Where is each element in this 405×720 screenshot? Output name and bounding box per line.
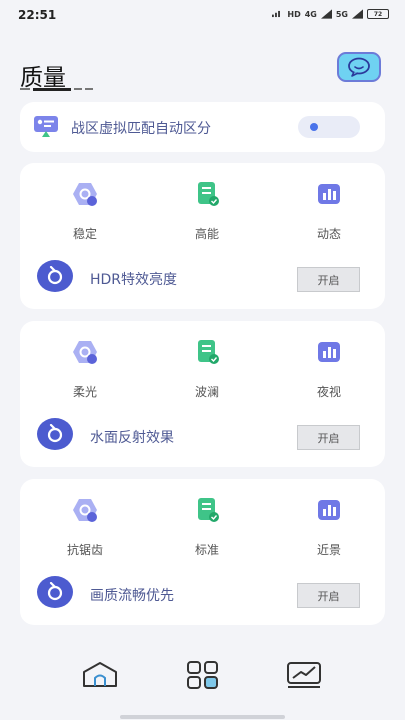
network-4g: 4G bbox=[304, 9, 317, 19]
enable-button[interactable]: 开启 bbox=[297, 425, 360, 450]
cell-signal-icon bbox=[320, 9, 332, 19]
mode-option-3[interactable]: 近景 bbox=[294, 497, 364, 558]
document-check-icon bbox=[198, 182, 219, 206]
mode-option-1[interactable]: 稳定 bbox=[50, 181, 120, 242]
mode-option-2[interactable]: 高能 bbox=[172, 181, 242, 242]
mode-option-1[interactable]: 抗锯齿 bbox=[50, 497, 120, 558]
bar-chart-icon bbox=[318, 500, 340, 520]
grid-icon bbox=[187, 661, 218, 689]
mode-label: 波澜 bbox=[194, 385, 219, 399]
nav-trend[interactable] bbox=[284, 658, 324, 692]
status-time: 22:51 bbox=[18, 8, 57, 22]
hexagon-icon bbox=[73, 183, 97, 206]
pin-icon bbox=[47, 424, 63, 443]
nav-grid[interactable] bbox=[183, 658, 223, 692]
battery-icon: 72 bbox=[367, 9, 389, 19]
mode-card-3: 抗锯齿 标准 近景 画质流畅优先 开启 bbox=[20, 479, 385, 625]
signal-icon bbox=[272, 10, 281, 18]
hexagon-icon bbox=[73, 341, 97, 364]
cell-signal-icon-2 bbox=[352, 9, 363, 19]
hexagon-icon bbox=[73, 499, 97, 522]
chat-button[interactable] bbox=[337, 52, 381, 82]
feature-label: HDR特效亮度 bbox=[90, 272, 178, 288]
chat-bubble-icon bbox=[348, 57, 370, 77]
document-check-icon bbox=[198, 498, 219, 522]
auto-match-label: 战区虚拟匹配自动区分 bbox=[71, 121, 211, 137]
mode-label: 近景 bbox=[316, 543, 341, 557]
mode-label: 高能 bbox=[194, 227, 219, 241]
mode-option-3[interactable]: 动态 bbox=[294, 181, 364, 242]
enable-button[interactable]: 开启 bbox=[297, 583, 360, 608]
mode-label: 柔光 bbox=[72, 385, 97, 399]
bar-chart-icon bbox=[318, 184, 340, 204]
status-bar: 22:51 HD 4G 5G 72 bbox=[0, 0, 405, 30]
status-icons: HD 4G 5G 72 bbox=[272, 9, 389, 19]
feature-label: 画质流畅优先 bbox=[90, 588, 174, 604]
auto-match-card: 战区虚拟匹配自动区分 bbox=[20, 102, 385, 152]
mode-label: 标准 bbox=[194, 543, 219, 557]
feature-icon bbox=[37, 576, 73, 608]
feature-icon bbox=[37, 260, 73, 292]
auto-match-toggle[interactable] bbox=[298, 116, 360, 138]
feature-icon bbox=[37, 418, 73, 450]
mode-label: 夜视 bbox=[316, 385, 341, 399]
hd-badge: HD bbox=[287, 9, 301, 19]
bar-chart-icon bbox=[318, 342, 340, 362]
home-icon bbox=[83, 662, 117, 687]
pin-icon bbox=[47, 582, 63, 601]
bottom-nav bbox=[0, 648, 405, 708]
mode-label: 动态 bbox=[316, 227, 341, 241]
mode-option-1[interactable]: 柔光 bbox=[50, 339, 120, 400]
nav-home[interactable] bbox=[80, 658, 120, 692]
mode-option-2[interactable]: 波澜 bbox=[172, 339, 242, 400]
mode-label: 稳定 bbox=[72, 227, 97, 241]
trend-chart-icon bbox=[287, 662, 321, 688]
mode-option-3[interactable]: 夜视 bbox=[294, 339, 364, 400]
toggle-knob bbox=[310, 123, 318, 131]
home-indicator bbox=[120, 715, 285, 719]
mode-option-2[interactable]: 标准 bbox=[172, 497, 242, 558]
page-title: 质量 bbox=[20, 65, 66, 91]
feature-label: 水面反射效果 bbox=[90, 430, 174, 446]
title-underline bbox=[20, 88, 96, 92]
pin-icon bbox=[47, 266, 63, 285]
id-card-icon bbox=[34, 116, 58, 137]
mode-card-2: 柔光 波澜 夜视 水面反射效果 开启 bbox=[20, 321, 385, 467]
mode-label: 抗锯齿 bbox=[66, 543, 103, 557]
mode-card-1: 稳定 高能 动态 HDR特效亮度 开启 bbox=[20, 163, 385, 309]
document-check-icon bbox=[198, 340, 219, 364]
enable-button[interactable]: 开启 bbox=[297, 267, 360, 292]
network-5g: 5G bbox=[335, 9, 348, 19]
